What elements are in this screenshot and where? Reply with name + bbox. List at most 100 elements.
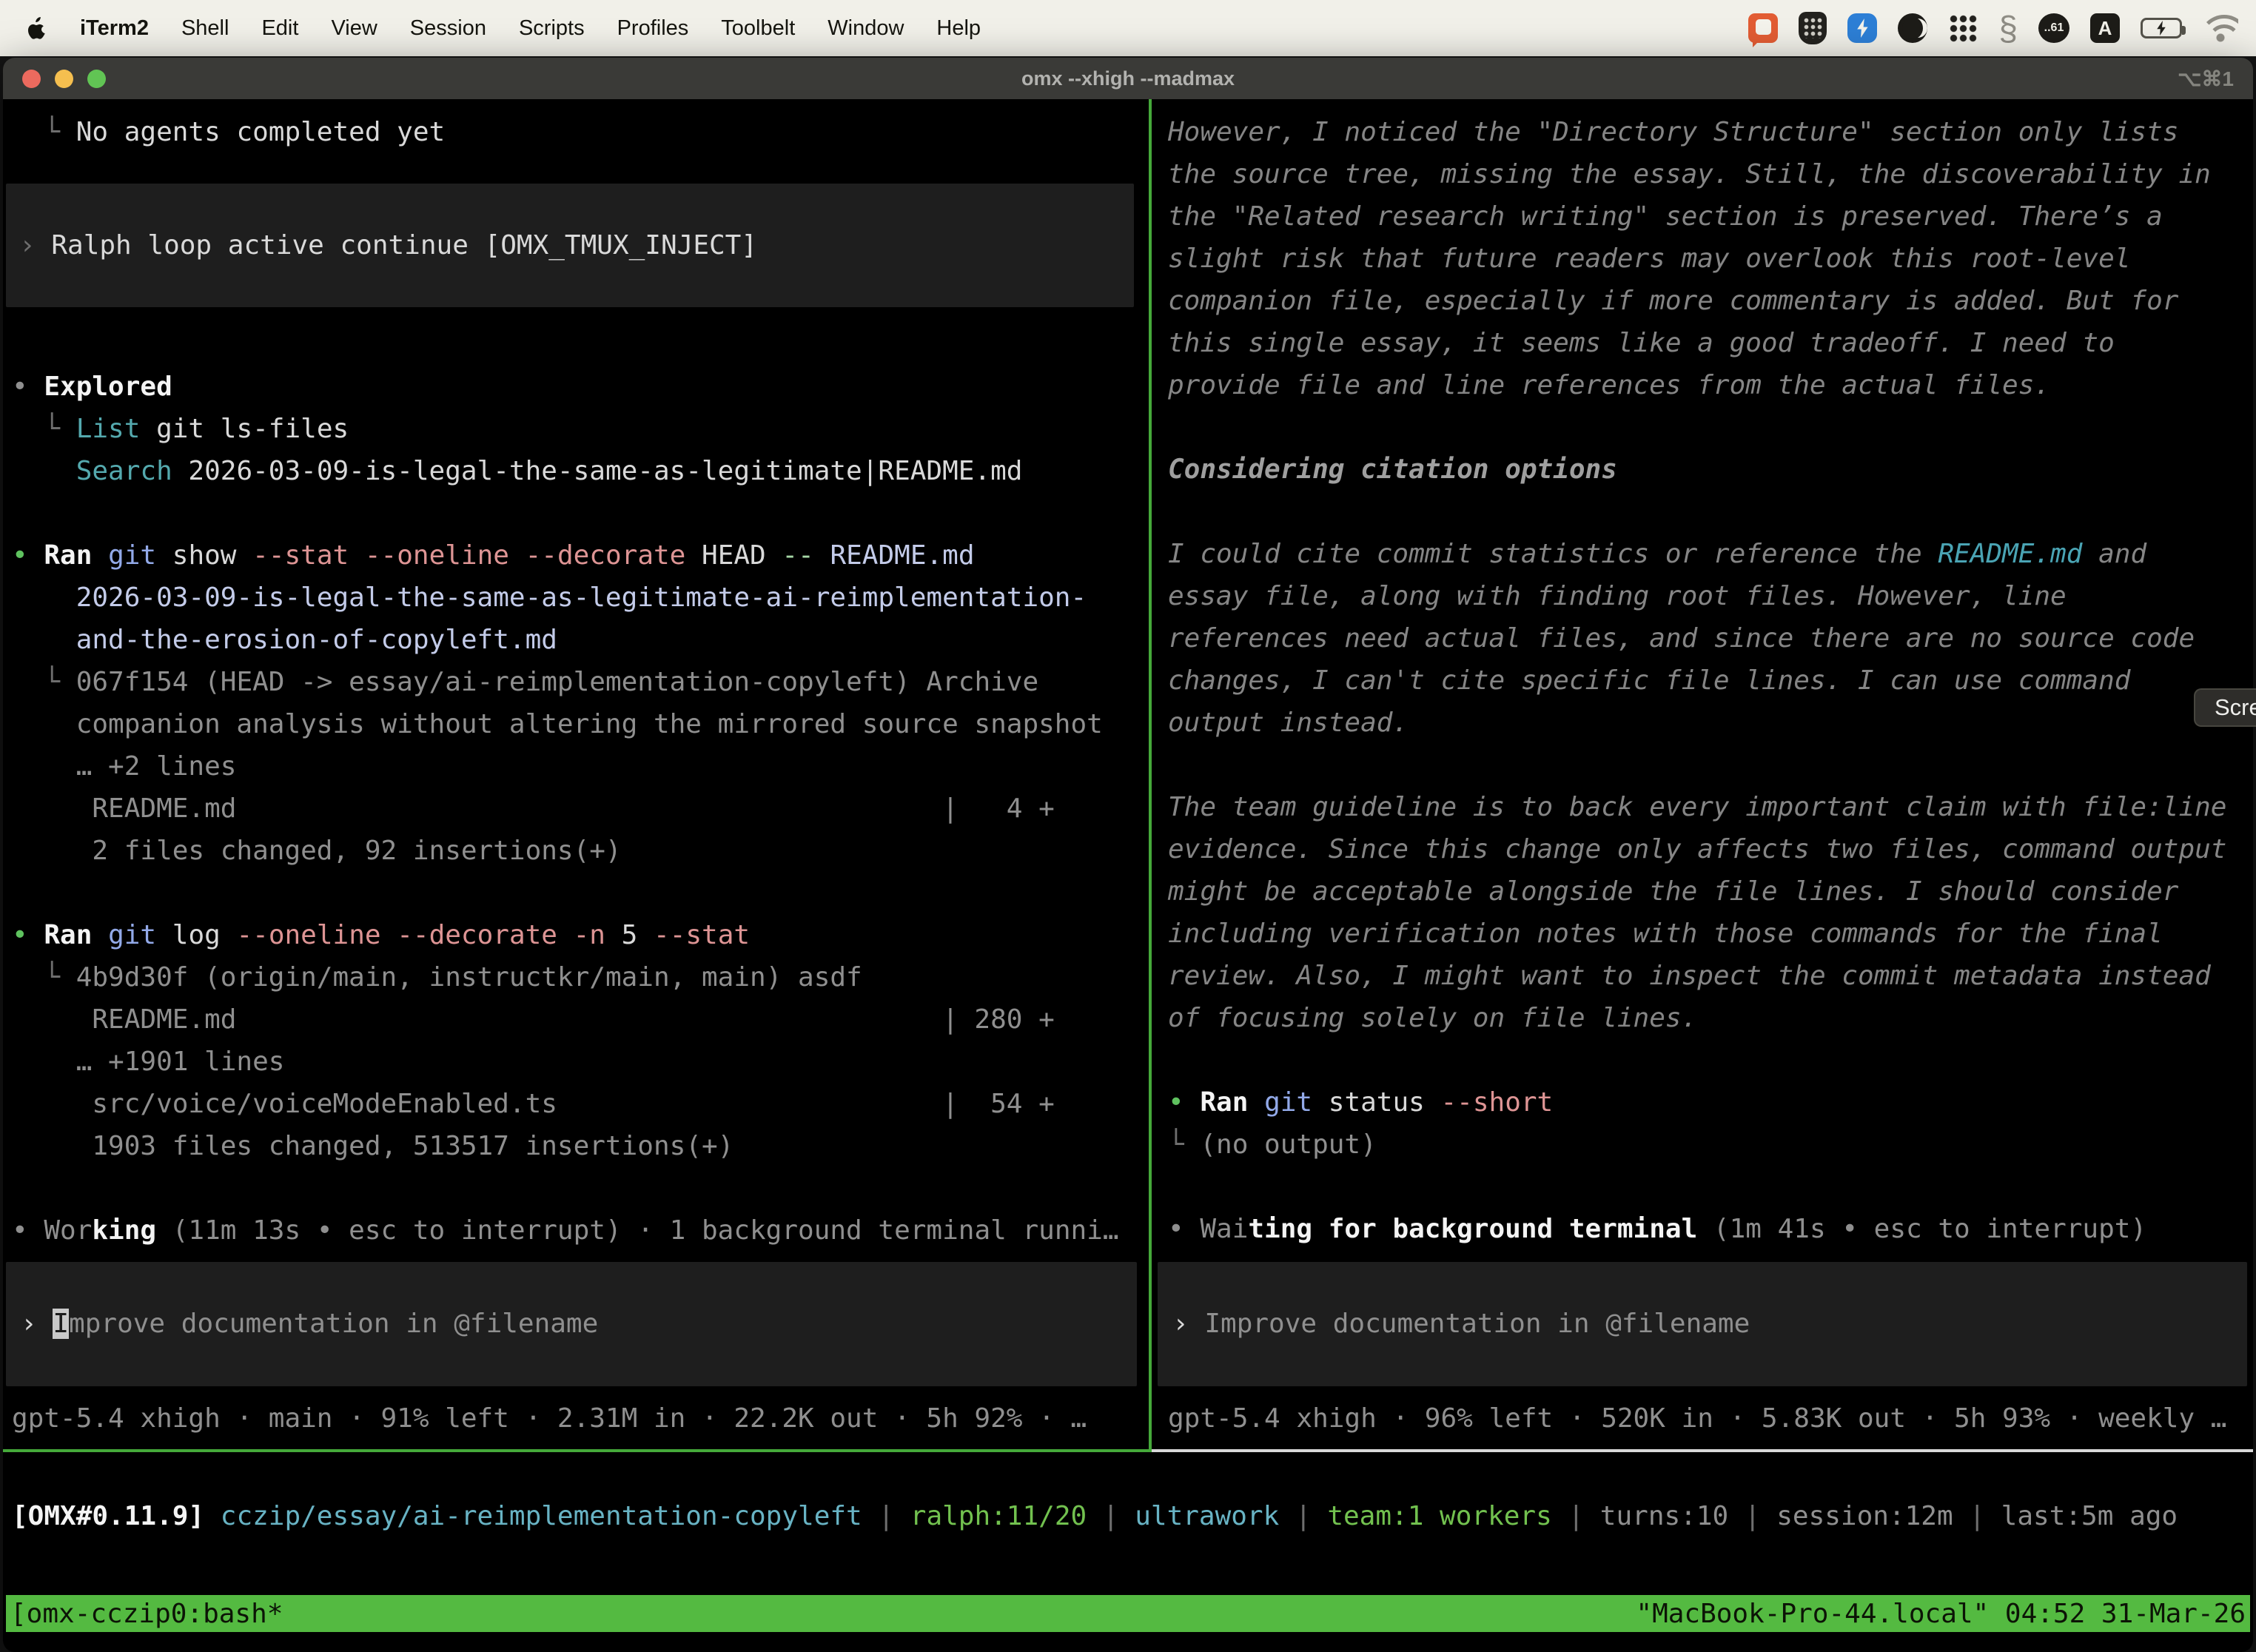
dots-grid-icon[interactable] (1948, 13, 1978, 43)
spark-icon[interactable] (1847, 13, 1877, 43)
text-segment: Explored (44, 372, 172, 402)
omx-status-bar: [OMX#0.11.9] cczip/essay/ai-reimplementa… (12, 1495, 2178, 1537)
squiggle-icon[interactable]: § (1998, 11, 2018, 45)
menu-item-iterm2[interactable]: iTerm2 (64, 0, 165, 56)
text-segment: Ralph loop active continue [OMX_TMUX_INJ… (51, 230, 757, 261)
text-segment: └ (12, 414, 76, 444)
text-segment: git (108, 920, 156, 950)
battery-icon[interactable] (2141, 18, 2182, 38)
menu-item-session[interactable]: Session (394, 0, 503, 56)
text-segment: 2 files changed, 92 insertions(+) (12, 836, 622, 866)
terminal-line: and-the-erosion-of-copyleft.md (12, 619, 1149, 661)
text-segment: README.md (830, 540, 974, 571)
badge-61-icon[interactable]: ..61 (2038, 13, 2069, 43)
window-title-bar[interactable]: omx --xhigh --madmax ⌥⌘1 (3, 58, 2253, 99)
text-segment: companion analysis without altering the … (12, 709, 1103, 739)
right-pane-output: However, I noticed the "Directory Struct… (1168, 111, 2253, 1250)
text-segment: the source tree, missing the essay. Stil… (1168, 159, 2211, 189)
text-segment: The team guideline is to back every impo… (1168, 792, 2226, 822)
window-title: omx --xhigh --madmax (3, 67, 2253, 90)
screen-overlay-button[interactable]: Scre (2194, 688, 2256, 727)
text-segment (92, 540, 108, 571)
terminal-line: the source tree, missing the essay. Stil… (1168, 153, 2253, 195)
terminal-line: provide file and line references from th… (1168, 364, 2253, 406)
terminal-area: └ No agents completed yet› Ralph loop ac… (3, 99, 2253, 1449)
right-status-line: gpt-5.4 xhigh · 96% left · 520K in · 5.8… (1168, 1397, 2226, 1440)
a-key-icon[interactable]: A (2090, 13, 2120, 43)
terminal-line: slight risk that future readers may over… (1168, 238, 2253, 280)
text-segment: of focusing solely on file lines. (1168, 1003, 1697, 1033)
text-segment: Ran (44, 920, 92, 950)
text-segment: › (21, 1309, 53, 1339)
text-segment: • Wai (1168, 1214, 1248, 1244)
text-segment: | (862, 1501, 910, 1531)
text-segment: I (53, 1309, 69, 1339)
text-segment: ting for background terminal (1248, 1214, 1697, 1244)
tmux-session-label: [omx-cczip0:bash* (10, 1599, 283, 1629)
apple-menu-icon[interactable] (22, 17, 52, 39)
menu-item-view[interactable]: View (315, 0, 393, 56)
text-segment: | (1087, 1501, 1135, 1531)
text-segment: • (12, 372, 44, 402)
terminal-line: └ List git ls-files (12, 408, 1149, 450)
text-segment: | (1728, 1501, 1776, 1531)
text-segment: and (2082, 539, 2146, 569)
text-segment: ultrawork (1135, 1501, 1279, 1531)
tmux-status-bar: [omx-cczip0:bash* "MacBook-Pro-44.local"… (6, 1595, 2250, 1632)
menu-item-scripts[interactable]: Scripts (503, 0, 601, 56)
text-segment: --stat (654, 920, 750, 950)
right-prompt-input[interactable]: › Improve documentation in @filename (1158, 1262, 2247, 1386)
text-segment: git ls-files (140, 414, 349, 444)
terminal-line: Search 2026-03-09-is-legal-the-same-as-l… (12, 450, 1149, 492)
text-segment: • Wor (12, 1215, 92, 1246)
menu-item-toolbelt[interactable]: Toolbelt (705, 0, 811, 56)
menu-item-profiles[interactable]: Profiles (601, 0, 705, 56)
text-segment: last:5m ago (2001, 1501, 2178, 1531)
terminal-line: • Explored (12, 366, 1149, 408)
text-segment: └ (12, 667, 76, 697)
menu-item-shell[interactable]: Shell (165, 0, 246, 56)
terminal-line: this single essay, it seems like a good … (1168, 322, 2253, 364)
terminal-line: … +2 lines (12, 745, 1149, 788)
text-segment: └ (12, 117, 76, 147)
text-segment: ralph:11/20 (910, 1501, 1087, 1531)
pane-divider-horizontal (3, 1449, 2253, 1452)
terminal-line: of focusing solely on file lines. (1168, 997, 2253, 1039)
terminal-line (12, 492, 1149, 534)
chat-icon[interactable] (1748, 13, 1778, 43)
menu-item-window[interactable]: Window (811, 0, 920, 56)
menu-items: iTerm2ShellEditViewSessionScriptsProfile… (64, 0, 997, 56)
terminal-line: However, I noticed the "Directory Struct… (1168, 111, 2253, 153)
menu-item-help[interactable]: Help (920, 0, 997, 56)
terminal-pane-right[interactable]: However, I noticed the "Directory Struct… (1152, 99, 2253, 1449)
text-segment: Ran (44, 540, 92, 571)
a-key-icon-label: A (2098, 17, 2112, 40)
text-segment: and-the-erosion-of-copyleft.md (12, 625, 557, 655)
terminal-line: Considering citation options (1168, 449, 2253, 491)
text-segment: | (1552, 1501, 1600, 1531)
terminal-line: The team guideline is to back every impo… (1168, 786, 2253, 828)
moon-icon[interactable] (1898, 13, 1927, 43)
text-segment (92, 920, 108, 950)
text-segment (814, 540, 830, 571)
terminal-line: └ 4b9d30f (origin/main, instructkr/main,… (12, 956, 1149, 998)
text-segment: references need actual files, and since … (1168, 623, 2195, 654)
text-segment: might be acceptable alongside the file l… (1168, 876, 2178, 907)
shield-icon[interactable] (1799, 12, 1827, 44)
left-prompt-input[interactable]: › Improve documentation in @filename (6, 1262, 1137, 1386)
wifi-icon[interactable] (2203, 14, 2238, 42)
text-segment: provide file and line references from th… (1168, 370, 2050, 400)
terminal-pane-left[interactable]: └ No agents completed yet› Ralph loop ac… (3, 99, 1149, 1449)
text-segment: List (76, 414, 141, 444)
macos-menu-bar: iTerm2ShellEditViewSessionScriptsProfile… (0, 0, 2256, 56)
terminal-line: src/voice/voiceModeEnabled.ts | 54 + (12, 1083, 1149, 1125)
menu-item-edit[interactable]: Edit (245, 0, 315, 56)
terminal-line: 2026-03-09-is-legal-the-same-as-legitima… (12, 577, 1149, 619)
text-segment: status (1312, 1087, 1440, 1118)
text-segment: 1903 files changed, 513517 insertions(+) (12, 1131, 733, 1161)
text-segment: gpt-5.4 xhigh · 96% left · 520K in · 5.8… (1168, 1403, 2226, 1434)
text-segment: output instead. (1168, 708, 1409, 738)
text-segment: slight risk that future readers may over… (1168, 244, 2130, 274)
text-segment: review. Also, I might want to inspect th… (1168, 961, 2211, 991)
terminal-line (1168, 491, 2253, 533)
